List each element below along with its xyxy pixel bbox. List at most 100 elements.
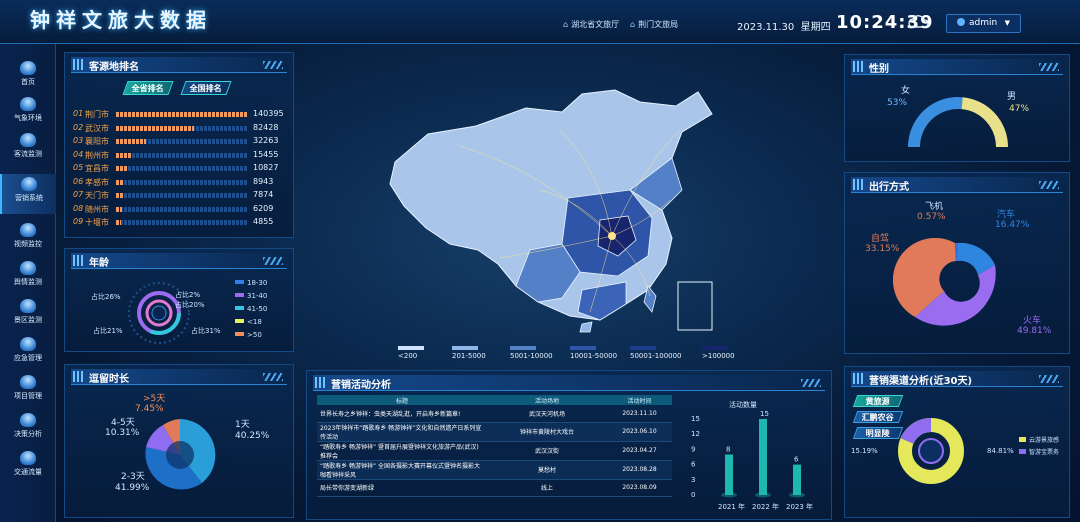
rank-city: 十堰市 xyxy=(85,218,109,227)
cell-title: “踏歌寿乡 畅游钟祥” 暨首届升展暨钟祥文化旅游产品(武汉)推荐会 xyxy=(317,441,487,461)
stay-center xyxy=(166,441,194,469)
date-display: 2023.11.30 星期四 xyxy=(737,22,831,33)
chat-icon xyxy=(20,261,36,275)
map-legend-item: <200 xyxy=(398,346,424,360)
sidebar-item-scenic[interactable]: 景区监测 xyxy=(0,296,56,336)
user-menu[interactable]: admin ▼ xyxy=(946,14,1021,33)
table-row[interactable]: 2023年钟祥市“踏歌寿乡 畅游钟祥”文化和自然遗产日系列宣传活动 钟祥市黄陵村大… xyxy=(317,422,672,442)
stay-label-2-3-name: 2-3天 xyxy=(121,472,145,482)
table-row[interactable]: 局长带你游变湖新绿 线上 2023.08.09 xyxy=(317,479,672,497)
cell-venue: 武汉天河机场 xyxy=(487,405,607,423)
cell-venue: 武汉汉街 xyxy=(487,441,607,461)
cell-venue: 线上 xyxy=(487,479,607,497)
y-tick-label: 0 xyxy=(691,491,695,499)
panel-title: 性别 xyxy=(851,59,1063,75)
map-south-sea-inset xyxy=(677,281,713,331)
gender-panel: 性别 女 53% 男 47% xyxy=(844,54,1070,162)
panel-title: 逗留时长 xyxy=(71,369,287,385)
gender-male-pct: 47% xyxy=(1009,104,1029,114)
title-bar-icon xyxy=(853,179,863,190)
chevron-down-icon: ▼ xyxy=(1004,19,1010,27)
table-row[interactable]: “踏歌寿乡 畅游钟祥” 全国各摄影大赛开幕仪式暨钟名摄影大咖看钟祥采风 莫愁村 20… xyxy=(317,460,672,480)
sidebar-item-weather[interactable]: 气象环境 xyxy=(0,94,56,134)
rank-city: 荆门市 xyxy=(85,110,109,119)
china-heat-map[interactable] xyxy=(300,50,840,362)
y-tick-label: 6 xyxy=(691,461,696,469)
ranking-row: 02 武汉市 82428 xyxy=(73,123,285,134)
sidebar-item-opinion[interactable]: 舆情监测 xyxy=(0,258,56,298)
sidebar-item-transport[interactable]: 交通流量 xyxy=(0,448,56,488)
age-label-0: 占比26% xyxy=(91,292,121,301)
sidebar-item-projects[interactable]: 项目管理 xyxy=(0,372,56,412)
travel-label-self-name: 自驾 xyxy=(871,232,889,244)
legend-swatch xyxy=(235,280,244,284)
sidebar-item-decision[interactable]: 决策分析 xyxy=(0,410,56,450)
rank-bar-fill xyxy=(116,139,147,144)
panel-title: 出行方式 xyxy=(851,177,1063,193)
map-center-marker xyxy=(608,232,616,240)
link-city-bureau[interactable]: ⌂ 荆门文旅局 xyxy=(630,19,678,30)
rank-bar-track xyxy=(116,166,248,171)
ranking-row: 09 十堰市 4855 xyxy=(73,217,285,228)
user-avatar-icon xyxy=(957,18,965,26)
gender-arc-female xyxy=(908,97,963,148)
rank-city: 宜昌市 xyxy=(85,164,109,173)
age-legend-item: <18 xyxy=(235,318,262,326)
sidebar-item-home[interactable]: 首页 xyxy=(0,58,56,98)
sidebar-item-video[interactable]: 视频监控 xyxy=(0,220,56,260)
app-title: 钟祥文旅大数据 xyxy=(30,8,212,32)
table-row[interactable]: 世界长寿之乡钟祥：虫类天湖乱逛，开启寿乡新篇章! 武汉天河机场 2023.11.10 xyxy=(317,405,672,423)
alarm-icon xyxy=(20,337,36,351)
tab-national-rank[interactable]: 全国排名 xyxy=(180,81,232,95)
cell-date: 2023.04.27 xyxy=(607,441,672,461)
age-label-3: 占比21% xyxy=(93,326,123,335)
age-label-1: 占比2% xyxy=(175,290,200,299)
col-venue: 活动场地 xyxy=(487,395,607,405)
top-bar: 钟祥文旅大数据 ⌂ 湖北省文旅厅 ⌂ 荆门文旅局 2023.11.30 星期四 10… xyxy=(0,0,1080,44)
rank-bar-track xyxy=(116,179,248,185)
tab-province-rank[interactable]: 全省排名 xyxy=(122,81,174,95)
cell-title: “踏歌寿乡 畅游钟祥” 全国各摄影大赛开幕仪式暨钟名摄影大咖看钟祥采风 xyxy=(317,460,487,480)
legend-swatch xyxy=(702,346,728,350)
ranking-row: 03 襄阳市 32263 xyxy=(73,136,285,147)
rank-value: 32263 xyxy=(253,136,279,145)
travel-label-plane-name: 飞机 xyxy=(925,200,943,212)
channel-left-pct: 15.19% xyxy=(851,447,878,455)
rank-bar-fill xyxy=(116,220,121,225)
channel-donut-chart: 15.19% 84.81% 云游景旅感 智游宝票务 xyxy=(851,418,1059,484)
panel-title: 年龄 xyxy=(71,253,287,269)
age-legend-item: 18-30 xyxy=(235,279,267,287)
sidebar-item-emergency[interactable]: 应急管理 xyxy=(0,334,56,374)
rank-bar-fill xyxy=(116,193,124,198)
ranking-row: 08 随州市 6209 xyxy=(73,204,285,215)
link-provincial-bureau[interactable]: ⌂ 湖北省文旅厅 xyxy=(563,19,619,30)
ranking-row: 01 荆门市 140395 xyxy=(73,109,285,120)
travel-label-car-name: 汽车 xyxy=(997,208,1015,220)
marketing-icon xyxy=(21,177,37,191)
sidebar-item-marketing[interactable]: 营销系统 xyxy=(0,174,56,214)
age-legend-item: >50 xyxy=(235,331,262,339)
map-legend-item: 50001-100000 xyxy=(630,346,682,360)
chart-icon xyxy=(20,413,36,427)
stay-label-1day-name: 1天 xyxy=(235,420,250,430)
rank-bar-track xyxy=(116,193,248,198)
panel-title: 营销活动分析 xyxy=(313,375,825,391)
table-row[interactable]: “踏歌寿乡 畅游钟祥” 暨首届升展暨钟祥文化旅游产品(武汉)推荐会 武汉汉街 202… xyxy=(317,441,672,461)
sidebar-item-traffic-monitor[interactable]: 客流监测 xyxy=(0,130,56,170)
y-tick-label: 3 xyxy=(691,476,695,484)
rank-city: 孝感市 xyxy=(85,177,109,187)
cell-date: 2023.08.28 xyxy=(607,460,672,480)
gender-arc-male xyxy=(961,97,1008,148)
y-tick-label: 9 xyxy=(691,445,695,453)
age-ring-chart: 占比26% 占比2% 占比20% 占比21% 占比31% xyxy=(91,282,221,344)
cloud-icon xyxy=(908,15,929,28)
home-icon: ⌂ xyxy=(563,20,569,29)
stay-panel: 逗留时长 1天 40.25% 2-3天 41.99% 4-5天 10.31% >… xyxy=(64,364,294,518)
rank-number: 07 xyxy=(73,190,84,199)
marketing-panel: 营销活动分析 标题 活动场地 活动时间 世界长寿之乡钟祥：虫类天湖乱逛，开启寿乡… xyxy=(306,370,832,520)
rank-number: 01 xyxy=(73,109,84,118)
decor-stripes xyxy=(263,257,283,265)
rank-bar-fill xyxy=(116,152,131,158)
rank-city: 襄阳市 xyxy=(85,137,109,146)
col-title: 标题 xyxy=(317,395,487,405)
